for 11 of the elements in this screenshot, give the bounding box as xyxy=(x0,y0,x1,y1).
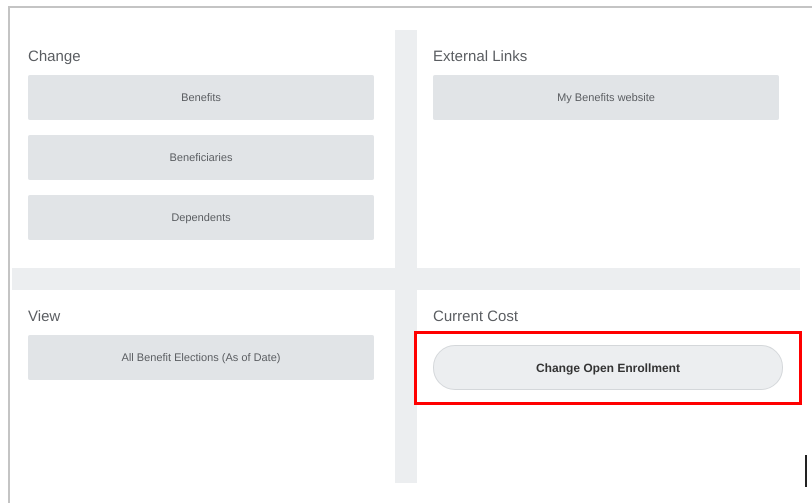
action-button[interactable]: Beneficiaries xyxy=(28,135,374,180)
action-button[interactable]: Change Open Enrollment xyxy=(433,345,783,390)
action-button[interactable]: My Benefits website xyxy=(433,75,779,120)
section-heading: Current Cost xyxy=(433,308,520,325)
action-button[interactable]: Benefits xyxy=(28,75,374,120)
section-heading: Change xyxy=(28,48,82,65)
section-heading: View xyxy=(28,308,62,325)
action-button[interactable]: Dependents xyxy=(28,195,374,240)
action-button[interactable]: All Benefit Elections (As of Date) xyxy=(28,335,374,380)
text-cursor-icon xyxy=(805,455,808,487)
section-heading: External Links xyxy=(433,48,528,65)
